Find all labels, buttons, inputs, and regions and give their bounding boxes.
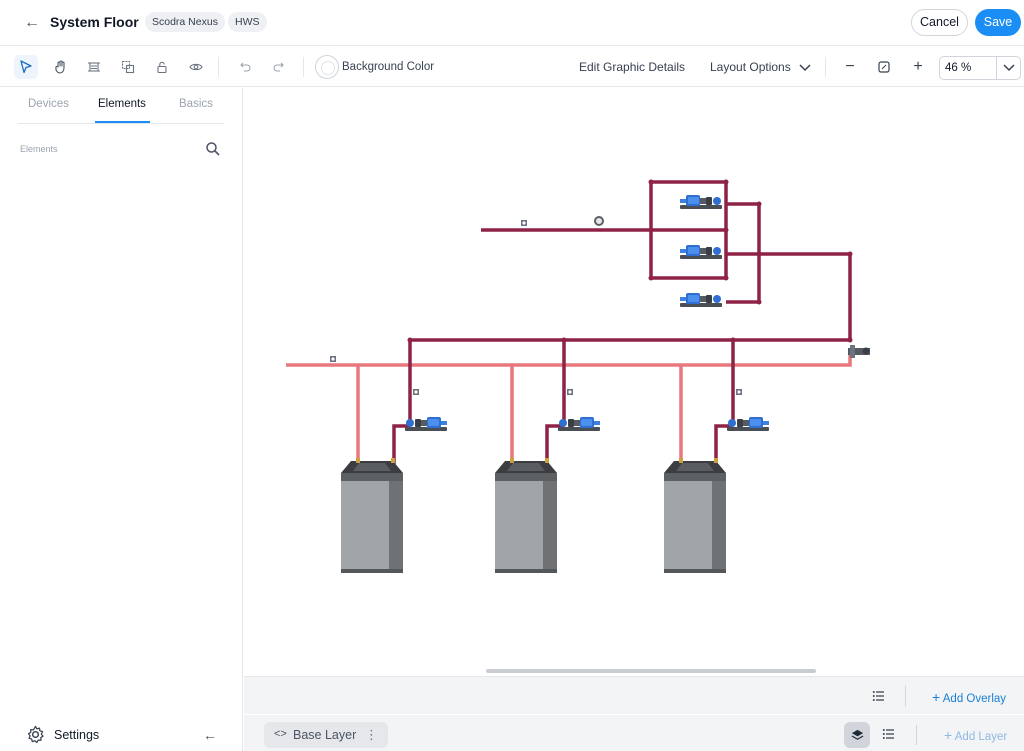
layers-toggle-button[interactable]: [844, 722, 870, 748]
settings-label: Settings: [54, 727, 100, 742]
chevron-down-icon: [799, 64, 811, 71]
layer-name: Base Layer: [293, 728, 357, 742]
overlay-bar: + Add Overlay: [244, 676, 1024, 714]
chevron-down-icon: [1003, 64, 1015, 72]
add-overlay-button[interactable]: + Add Overlay: [932, 689, 1006, 705]
return-piping: [286, 351, 852, 464]
circulation-pump-1[interactable]: [680, 195, 722, 209]
zoom-out-button[interactable]: −: [840, 57, 860, 77]
code-icon: <>: [274, 728, 287, 740]
tab-elements[interactable]: Elements: [98, 98, 146, 110]
boiler-3[interactable]: [664, 458, 726, 573]
fit-screen-button[interactable]: [874, 57, 894, 77]
frame-icon[interactable]: [82, 55, 106, 79]
diagram-canvas[interactable]: [244, 88, 1024, 676]
collapse-sidebar-icon[interactable]: ←: [201, 726, 219, 744]
active-tab-indicator: [95, 121, 150, 123]
layer-divider: [916, 725, 917, 745]
left-sidebar: Devices Elements Basics Elements Setting…: [0, 88, 243, 751]
zoom-level-value: 46 %: [945, 62, 972, 74]
add-overlay-label: Add Overlay: [942, 693, 1007, 705]
mixing-valve[interactable]: [848, 345, 870, 358]
zoom-dropdown-toggle[interactable]: [996, 57, 1021, 79]
system-tag: HWS: [228, 12, 267, 32]
background-color-label[interactable]: Background Color: [342, 61, 434, 73]
supply-piping: [392, 180, 852, 464]
pressure-gauge[interactable]: [594, 216, 604, 226]
fit-screen-icon: [878, 61, 890, 73]
zoom-level-select[interactable]: 46 %: [939, 56, 1021, 80]
overlay-divider: [905, 686, 906, 706]
group-icon[interactable]: [116, 55, 140, 79]
header-bar: ← System Floor Scodra Nexus HWS Cancel S…: [0, 0, 1024, 46]
temperature-sensor[interactable]: [330, 356, 336, 362]
background-color-swatch[interactable]: [315, 55, 339, 79]
toolbar-divider: [303, 57, 304, 77]
add-layer-label: Add Layer: [954, 731, 1008, 743]
add-layer-button[interactable]: + Add Layer: [944, 727, 1007, 743]
plus-icon: +: [932, 689, 941, 705]
lock-icon[interactable]: [150, 55, 174, 79]
layer-menu-icon[interactable]: ⋮: [365, 727, 378, 743]
circulation-pump-2[interactable]: [680, 245, 722, 259]
undo-icon[interactable]: [233, 55, 257, 79]
temperature-sensor[interactable]: [413, 389, 419, 395]
save-button[interactable]: Save: [975, 9, 1021, 36]
gear-icon: [27, 725, 44, 744]
horizontal-scrollbar[interactable]: [486, 669, 816, 673]
layers-icon: [851, 729, 863, 740]
hws-schematic: [286, 179, 870, 573]
hand-icon[interactable]: [49, 55, 73, 79]
list-view-icon[interactable]: [882, 727, 896, 741]
back-arrow-icon[interactable]: ←: [22, 13, 42, 33]
plus-icon: +: [944, 727, 953, 743]
pipe-junctions: [407, 179, 853, 343]
redo-icon[interactable]: [267, 55, 291, 79]
layout-options-dropdown[interactable]: Layout Options: [710, 60, 811, 74]
layer-bar: <> Base Layer ⋮ + Add Layer: [244, 715, 1024, 751]
layout-options-label: Layout Options: [710, 60, 791, 74]
editor-toolbar: Background Color Edit Graphic Details La…: [0, 47, 1024, 87]
base-layer-tab[interactable]: <> Base Layer ⋮: [264, 722, 388, 748]
temperature-sensor[interactable]: [567, 389, 573, 395]
zoom-in-button[interactable]: +: [908, 57, 928, 77]
boiler-1[interactable]: [341, 458, 403, 573]
tabs-divider: [18, 123, 224, 124]
boiler-2[interactable]: [495, 458, 557, 573]
temperature-sensor[interactable]: [736, 389, 742, 395]
tab-devices[interactable]: Devices: [28, 98, 69, 110]
temperature-sensor[interactable]: [521, 220, 527, 226]
circulation-pump-3[interactable]: [680, 293, 722, 307]
edit-graphic-details-button[interactable]: Edit Graphic Details: [579, 60, 685, 74]
cancel-button[interactable]: Cancel: [911, 9, 968, 36]
pointer-icon[interactable]: [14, 55, 38, 79]
toolbar-divider: [218, 57, 219, 77]
overlay-list-icon[interactable]: [872, 689, 886, 703]
elements-section-label: Elements: [20, 144, 58, 154]
toolbar-divider: [825, 57, 826, 77]
settings-button[interactable]: Settings: [26, 725, 99, 744]
eye-icon[interactable]: [184, 55, 208, 79]
site-tag: Scodra Nexus: [145, 12, 225, 32]
search-icon[interactable]: [205, 141, 221, 157]
page-title: System Floor: [50, 14, 139, 30]
tab-basics[interactable]: Basics: [179, 98, 213, 110]
